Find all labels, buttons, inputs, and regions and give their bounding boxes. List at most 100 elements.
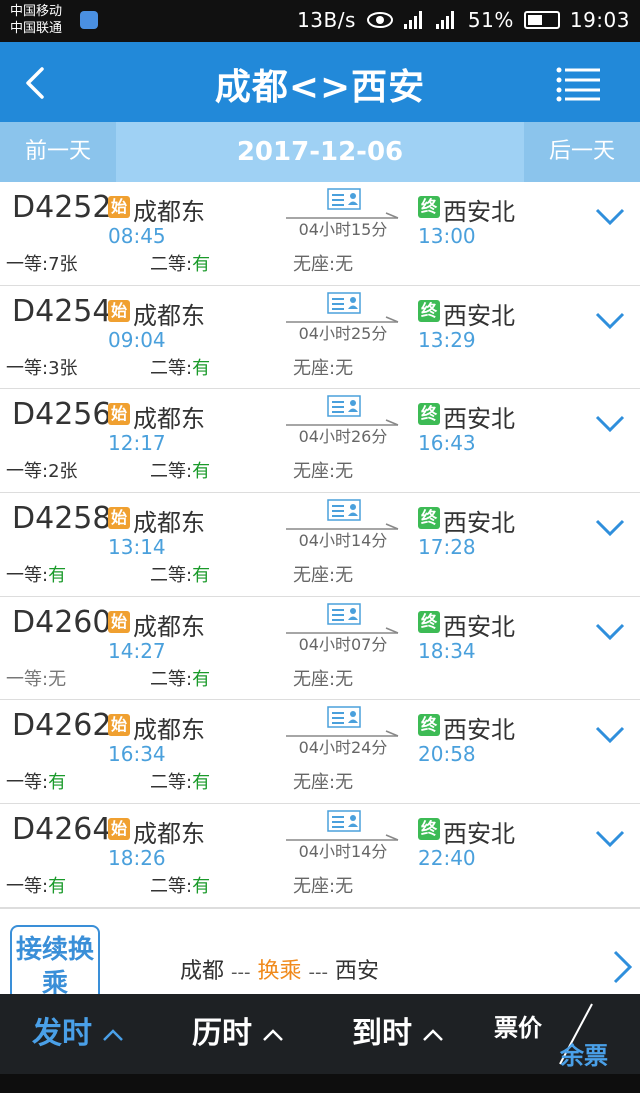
no-seat-tickets: 无座:无 xyxy=(293,872,353,898)
arrival-station: 西安北 xyxy=(443,198,515,226)
second-class-label: 二等: xyxy=(150,876,193,898)
end-badge: 终 xyxy=(418,403,440,426)
departure-time: 09:04 xyxy=(108,327,166,352)
arrival-station: 西安北 xyxy=(443,301,515,330)
second-class-value: 有 xyxy=(192,668,211,690)
second-class-label: 二等: xyxy=(150,357,193,379)
chevron-down-icon[interactable] xyxy=(594,621,626,643)
train-row[interactable]: D4256 始 成都东 12:17 04小时26分 终 西安北 16:43 一等… xyxy=(0,389,640,494)
trip-duration: 04小时14分 xyxy=(298,531,388,551)
battery-icon xyxy=(523,11,560,29)
train-row[interactable]: D4262 始 成都东 16:34 04小时24分 终 西安北 20:58 一等… xyxy=(0,700,640,805)
start-badge: 始 xyxy=(108,714,130,737)
start-badge: 始 xyxy=(108,610,130,633)
no-seat-value: 无 xyxy=(335,461,354,483)
chevron-down-icon[interactable] xyxy=(594,206,626,228)
arrival-time: 18:34 xyxy=(418,638,476,663)
end-badge: 终 xyxy=(418,299,440,322)
no-seat-value: 无 xyxy=(335,254,354,275)
transfer-mid: 换乘 xyxy=(257,959,302,984)
no-seat-tickets: 无座:无 xyxy=(293,665,353,691)
departure-time: 13:14 xyxy=(108,535,166,560)
first-class-label: 一等: xyxy=(6,565,49,587)
trip-duration: 04小时26分 xyxy=(298,427,388,447)
train-number: D4258 xyxy=(12,501,112,537)
departure-station: 成都东 xyxy=(133,405,205,434)
ticket-icon xyxy=(327,395,361,418)
ticket-icon xyxy=(327,188,361,210)
route-separator: --- xyxy=(231,962,251,983)
train-row[interactable]: D4264 始 成都东 18:26 04小时14分 终 西安北 22:40 一等… xyxy=(0,804,640,908)
second-class-value: 有 xyxy=(192,357,211,379)
sort-remaining-button[interactable]: 余票 xyxy=(560,1036,608,1071)
status-bar: 中国移动 中国联通 13B/s 51% 19:03 xyxy=(0,0,640,42)
train-number: D4254 xyxy=(12,293,112,329)
train-number: D4260 xyxy=(12,604,112,640)
departure-station: 成都东 xyxy=(133,198,205,226)
first-class-label: 一等: xyxy=(6,772,49,794)
arrival-station: 西安北 xyxy=(443,820,515,849)
menu-list-icon[interactable] xyxy=(556,66,600,102)
departure-time: 08:45 xyxy=(108,224,166,248)
train-row[interactable]: D4258 始 成都东 13:14 04小时14分 终 西安北 17:28 一等… xyxy=(0,493,640,597)
first-class-label: 一等: xyxy=(6,461,49,483)
arrival-station: 西安北 xyxy=(443,405,515,434)
train-row[interactable]: D4252 始 成都东 08:45 04小时15分 终 西安北 13:00 一等… xyxy=(0,182,640,286)
start-badge: 始 xyxy=(108,818,130,841)
chevron-down-icon[interactable] xyxy=(594,724,626,746)
first-class-value: 7张 xyxy=(48,254,78,275)
arrival-station: 西安北 xyxy=(443,716,515,745)
first-class-value: 无 xyxy=(48,668,67,690)
sort-arrival-button[interactable]: 到时 xyxy=(352,994,444,1074)
chevron-right-icon[interactable] xyxy=(610,949,634,985)
arrival-time: 17:28 xyxy=(418,535,476,560)
transfer-tag: 接续换乘 xyxy=(10,925,100,994)
arrival-time: 20:58 xyxy=(418,742,476,767)
first-class-seats: 一等:3张 xyxy=(6,354,78,380)
train-row[interactable]: D4260 始 成都东 14:27 04小时07分 终 西安北 18:34 一等… xyxy=(0,596,640,701)
sort-price-button[interactable]: 票价 xyxy=(494,1008,542,1043)
second-class-seats: 二等:有 xyxy=(150,872,210,898)
prev-day-button[interactable]: 前一天 xyxy=(0,122,116,182)
current-date[interactable]: 2017-12-06 xyxy=(116,122,524,182)
departure-time: 14:27 xyxy=(108,638,166,663)
arrival-time: 16:43 xyxy=(418,431,476,456)
sort-departure-button[interactable]: 发时 xyxy=(32,994,124,1074)
next-day-button[interactable]: 后一天 xyxy=(524,122,640,182)
first-class-label: 一等: xyxy=(6,876,49,898)
departure-time: 12:17 xyxy=(108,431,166,456)
departure-station: 成都东 xyxy=(133,509,205,538)
train-number: D4256 xyxy=(12,397,112,433)
no-seat-label: 无座: xyxy=(293,668,336,690)
transfer-row[interactable]: 接续换乘 成都 --- 换乘 --- 西安 xyxy=(0,908,640,994)
end-badge: 终 xyxy=(418,196,440,218)
trip-duration: 04小时25分 xyxy=(298,323,388,343)
second-class-label: 二等: xyxy=(150,565,193,587)
transfer-route: 成都 --- 换乘 --- 西安 xyxy=(180,953,379,985)
departure-station: 成都东 xyxy=(133,612,205,641)
departure-time: 16:34 xyxy=(108,742,166,767)
second-class-seats: 二等:有 xyxy=(150,250,210,276)
sort-duration-button[interactable]: 历时 xyxy=(192,994,284,1074)
transfer-to: 西安 xyxy=(335,959,380,984)
first-class-seats: 一等:有 xyxy=(6,872,66,898)
chevron-down-icon[interactable] xyxy=(594,413,626,435)
sort-bar: 发时 历时 到时 票价 余票 xyxy=(0,994,640,1074)
arrival-time: 13:29 xyxy=(418,327,476,352)
trip-duration: 04小时07分 xyxy=(298,634,388,654)
arrival-time: 13:00 xyxy=(418,224,476,248)
train-row[interactable]: D4254 始 成都东 09:04 04小时25分 终 西安北 13:29 一等… xyxy=(0,285,640,390)
ticket-icon xyxy=(327,499,361,521)
chevron-down-icon[interactable] xyxy=(594,517,626,539)
second-class-seats: 二等:有 xyxy=(150,768,210,794)
second-class-value: 有 xyxy=(192,254,211,275)
train-list: D4252 始 成都东 08:45 04小时15分 终 西安北 13:00 一等… xyxy=(0,182,640,908)
no-seat-tickets: 无座:无 xyxy=(293,457,353,483)
second-class-label: 二等: xyxy=(150,461,193,483)
chevron-down-icon[interactable] xyxy=(594,310,626,332)
chevron-down-icon[interactable] xyxy=(594,828,626,850)
signal-4g-icon xyxy=(435,11,458,29)
no-seat-value: 无 xyxy=(335,876,354,898)
no-seat-label: 无座: xyxy=(293,565,336,587)
signal-2g-icon xyxy=(403,11,426,29)
